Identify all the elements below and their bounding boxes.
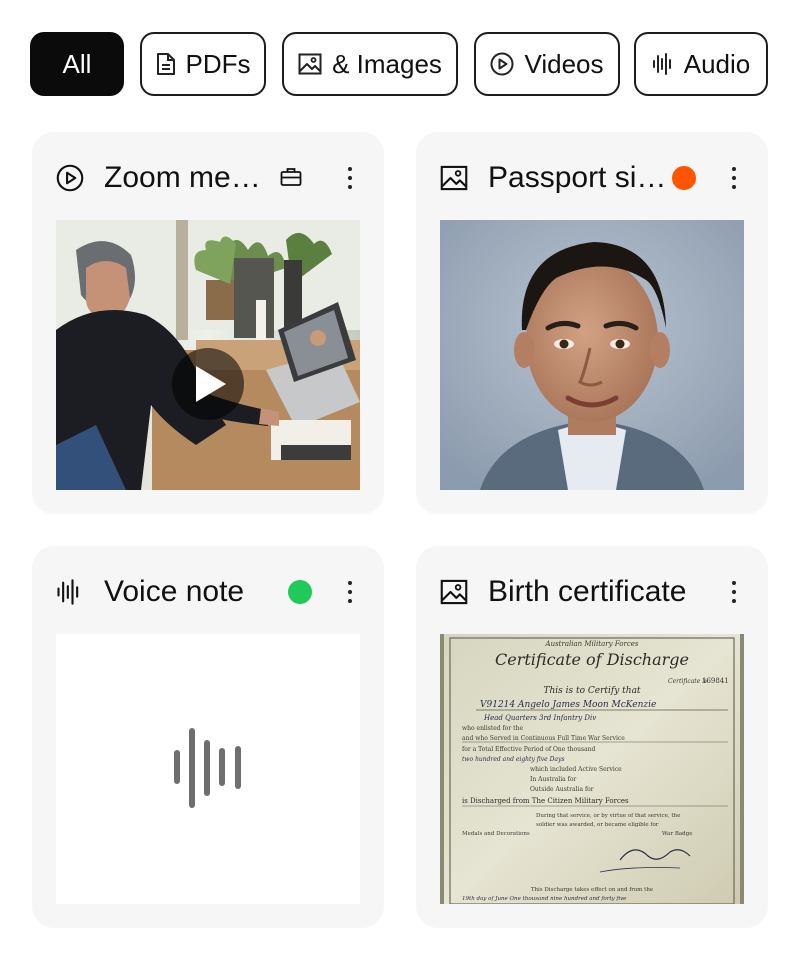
certificate-australia-line: In Australia for xyxy=(530,776,576,783)
filter-videos-chip[interactable]: Videos xyxy=(474,32,620,96)
filter-all-chip[interactable]: All xyxy=(30,32,124,96)
certificate-enlisted-line: who enlisted for the xyxy=(462,725,523,732)
certificate-outside-line: Outside Australia for xyxy=(530,786,594,793)
video-thumbnail[interactable] xyxy=(56,220,360,490)
card-header: Birth certificate xyxy=(440,572,744,612)
more-options-icon[interactable] xyxy=(722,162,746,194)
file-card-voice-note[interactable]: Voice note xyxy=(32,546,384,928)
document-icon xyxy=(156,52,176,76)
image-thumbnail[interactable] xyxy=(440,220,744,490)
card-header: Voice note xyxy=(56,572,360,612)
file-card-zoom-meeting[interactable]: Zoom me… xyxy=(32,132,384,514)
certificate-medals-line: Medals and Decorations xyxy=(462,831,530,837)
status-indicator-dot xyxy=(672,166,696,190)
certificate-name-line: V91214 Angelo James Moon McKenzie xyxy=(480,700,656,710)
filter-pdfs-chip[interactable]: PDFs xyxy=(140,32,266,96)
certificate-active-line: which included Active Service xyxy=(530,766,622,773)
more-options-icon[interactable] xyxy=(338,162,362,194)
certificate-period-line: for a Total Effective Period of One thou… xyxy=(462,746,596,753)
waveform-icon xyxy=(56,578,88,606)
card-title: Voice note xyxy=(104,575,245,608)
certificate-effect-line: This Discharge takes effect on and from … xyxy=(531,887,653,893)
status-indicator-dot xyxy=(288,580,312,604)
filter-all-label: All xyxy=(62,48,92,79)
more-options-icon[interactable] xyxy=(722,576,746,608)
filter-audio-chip[interactable]: Audio xyxy=(634,32,768,96)
filter-audio-label: Audio xyxy=(683,48,751,79)
document-thumbnail[interactable]: Australian Military Forces Certificate o… xyxy=(440,634,744,904)
filter-images-label: & Images xyxy=(332,48,442,79)
filter-videos-label: Videos xyxy=(524,48,604,79)
certificate-date-line: 19th day of June One thousand nine hundr… xyxy=(462,896,627,902)
certificate-badge-line: War Badge xyxy=(662,831,692,837)
play-circle-icon xyxy=(490,52,514,76)
card-header: Passport siz… xyxy=(440,158,744,198)
certificate-title: Certificate of Discharge xyxy=(495,650,689,669)
certificate-certify-line: This is to Certify that xyxy=(543,686,640,696)
file-card-passport-photo[interactable]: Passport siz… xyxy=(416,132,768,514)
more-options-icon[interactable] xyxy=(338,576,362,608)
certificate-unit-line: Head Quarters 3rd Infantry Div xyxy=(483,714,596,722)
certificate-days-line: two hundred and eighty five Days xyxy=(462,756,564,763)
filter-pdfs-label: PDFs xyxy=(185,48,251,79)
image-icon xyxy=(440,165,472,191)
audio-thumbnail[interactable] xyxy=(56,634,360,904)
certificate-during-line: During that service, or by virtue of tha… xyxy=(536,813,680,819)
certificate-header: Australian Military Forces xyxy=(545,640,639,648)
certificate-awarded-line: soldier was awarded, or became eligible … xyxy=(536,822,659,828)
card-title: Passport siz… xyxy=(488,161,674,194)
certificate-discharged-line: is Discharged from The Citizen Military … xyxy=(462,797,629,805)
card-title: Zoom me… xyxy=(104,161,261,194)
file-card-birth-certificate[interactable]: Birth certificate Australian Military Fo… xyxy=(416,546,768,928)
waveform-icon xyxy=(652,52,674,76)
card-title: Birth certificate xyxy=(488,575,687,608)
image-icon xyxy=(298,53,322,75)
waveform-icon xyxy=(174,728,241,808)
certificate-number: 169841 xyxy=(702,677,729,685)
filter-bar: All PDFs & Images Videos Audio xyxy=(30,32,770,100)
image-icon xyxy=(440,579,472,605)
briefcase-icon xyxy=(280,167,302,192)
certificate-served-line: and who Served in Continuous Full Time W… xyxy=(462,735,625,742)
play-circle-icon xyxy=(56,164,88,192)
card-header: Zoom me… xyxy=(56,158,360,198)
filter-images-chip[interactable]: & Images xyxy=(282,32,458,96)
